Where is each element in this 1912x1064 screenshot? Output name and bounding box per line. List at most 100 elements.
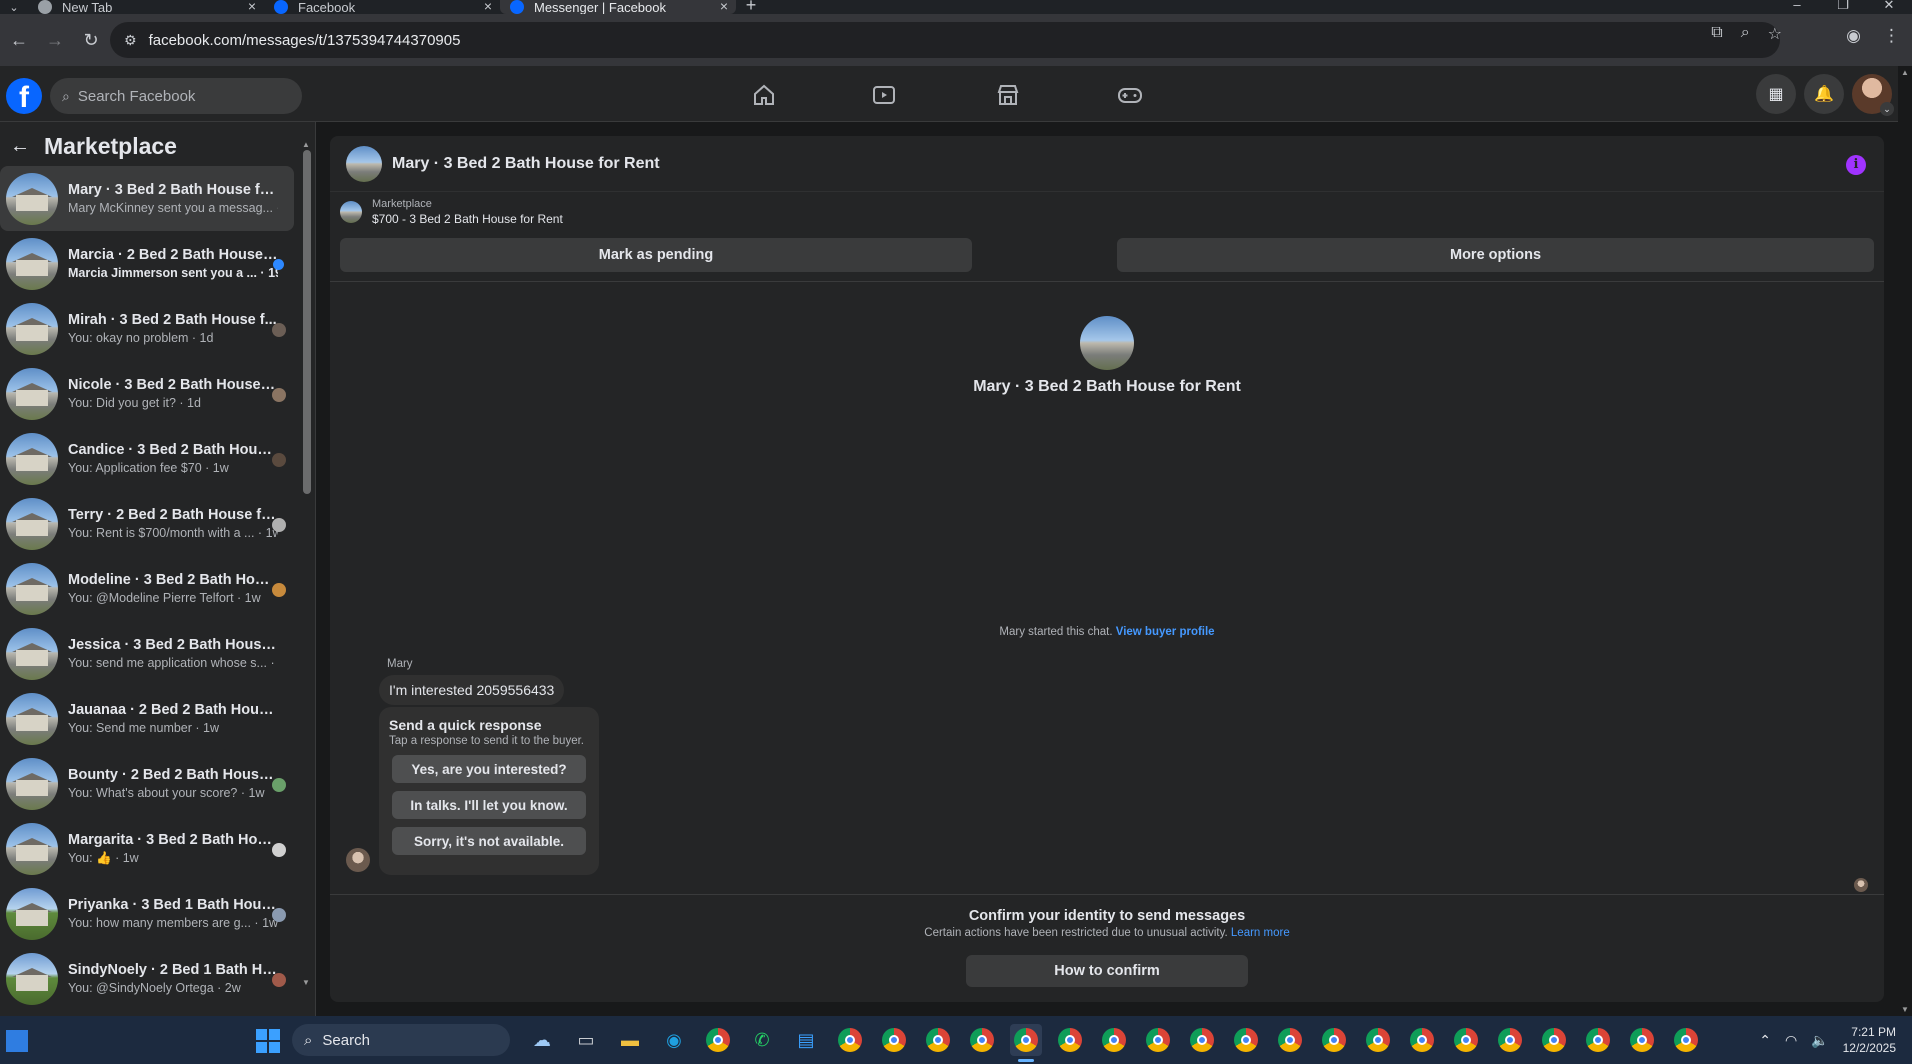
restore-icon[interactable]: ❐: [1820, 0, 1866, 11]
forward-icon[interactable]: →: [38, 23, 72, 57]
close-icon[interactable]: ×: [248, 0, 256, 14]
chrome-profile-icon[interactable]: [1450, 1024, 1482, 1056]
weather-widget-icon[interactable]: ☁: [526, 1024, 558, 1056]
conversation-item[interactable]: Mary · 3 Bed 2 Bath House for R... Mary M…: [0, 166, 294, 231]
conversation-item[interactable]: Priyanka · 3 Bed 1 Bath House... You: how…: [0, 881, 294, 946]
new-tab-button[interactable]: +: [736, 0, 766, 14]
info-icon[interactable]: i: [1846, 155, 1866, 175]
chrome-profile-icon[interactable]: [966, 1024, 998, 1056]
edge-icon[interactable]: ◉: [658, 1024, 690, 1056]
listing-summary[interactable]: Marketplace $700 - 3 Bed 2 Bath House fo…: [340, 198, 563, 226]
learn-more-link[interactable]: Learn more: [1231, 927, 1290, 939]
chrome-profile-icon[interactable]: [922, 1024, 954, 1056]
chrome-profile-icon[interactable]: [834, 1024, 866, 1056]
kebab-menu-icon[interactable]: ⋮: [1883, 26, 1900, 46]
close-icon[interactable]: ×: [484, 0, 492, 14]
whatsapp-icon[interactable]: ✆: [746, 1024, 778, 1056]
scroll-down-icon[interactable]: ▼: [302, 978, 310, 990]
search-input[interactable]: [77, 87, 278, 105]
chrome-profile-icon[interactable]: [1582, 1024, 1614, 1056]
marketplace-nav-icon[interactable]: [988, 80, 1028, 110]
task-view-icon[interactable]: ▭: [570, 1024, 602, 1056]
conversation-item[interactable]: Nicole · 3 Bed 2 Bath House f... You: Did…: [0, 361, 294, 426]
view-buyer-profile-link[interactable]: View buyer profile: [1116, 626, 1215, 638]
tab-messenger[interactable]: Messenger | Facebook ×: [500, 0, 736, 15]
chrome-profile-icon[interactable]: [1318, 1024, 1350, 1056]
tray-overflow-icon[interactable]: ⌃: [1759, 1032, 1771, 1049]
close-icon[interactable]: ×: [720, 0, 728, 14]
quick-reply-interested-button[interactable]: Yes, are you interested?: [392, 755, 586, 783]
chrome-profile-icon[interactable]: [1230, 1024, 1262, 1056]
file-explorer-icon[interactable]: ▬: [614, 1024, 646, 1056]
scroll-thumb[interactable]: [303, 150, 311, 494]
chrome-profile-icon[interactable]: [1010, 1024, 1042, 1062]
conversation-item[interactable]: Margarita · 3 Bed 2 Bath Hou... You: 👍 · …: [0, 816, 294, 881]
tab-facebook[interactable]: Facebook ×: [264, 0, 500, 15]
account-avatar[interactable]: ⌄: [1852, 74, 1894, 116]
conversation-item[interactable]: Mirah · 3 Bed 2 Bath House f... You: okay…: [0, 296, 294, 361]
chrome-profile-icon[interactable]: [1186, 1024, 1218, 1056]
conversation-item[interactable]: Bounty · 2 Bed 2 Bath House f... You: Wha…: [0, 751, 294, 816]
page-scrollbar[interactable]: ▲ ▼: [1898, 66, 1912, 1016]
tab-search-dropdown[interactable]: ⌄: [0, 0, 28, 14]
taskbar-clock[interactable]: 7:21 PM 12/2/2025: [1843, 1024, 1896, 1056]
home-nav-icon[interactable]: [744, 80, 784, 110]
scroll-up-icon[interactable]: ▲: [1901, 68, 1909, 77]
scroll-down-icon[interactable]: ▼: [1901, 1005, 1909, 1014]
chrome-profile-icon[interactable]: [1142, 1024, 1174, 1056]
minimize-icon[interactable]: –: [1774, 0, 1820, 11]
scroll-up-icon[interactable]: ▲: [302, 140, 310, 149]
zoom-icon[interactable]: ⌕: [1741, 24, 1750, 44]
reload-icon[interactable]: ↻: [74, 23, 108, 57]
taskbar-search[interactable]: ⌕ Search: [292, 1024, 510, 1056]
chat-title[interactable]: Mary · 3 Bed 2 Bath House for Rent: [392, 155, 660, 173]
chrome-icon[interactable]: [702, 1024, 734, 1056]
sender-avatar[interactable]: [346, 848, 370, 872]
facebook-search[interactable]: ⌕: [50, 78, 302, 114]
menu-grid-icon[interactable]: ▦: [1756, 74, 1796, 114]
tab-new-tab[interactable]: New Tab ×: [28, 0, 264, 15]
how-to-confirm-button[interactable]: How to confirm: [966, 955, 1248, 987]
bookmark-star-icon[interactable]: ☆: [1768, 24, 1782, 44]
quick-reply-in-talks-button[interactable]: In talks. I'll let you know.: [392, 791, 586, 819]
chrome-profile-icon[interactable]: [1538, 1024, 1570, 1056]
chrome-profile-icon[interactable]: [1362, 1024, 1394, 1056]
volume-icon[interactable]: 🔈: [1811, 1032, 1828, 1049]
profile-icon[interactable]: ◉: [1846, 26, 1861, 46]
facebook-logo-icon[interactable]: f: [6, 78, 42, 114]
listing-avatar[interactable]: [346, 145, 382, 182]
wifi-icon[interactable]: ◠: [1785, 1032, 1797, 1049]
chrome-profile-icon[interactable]: [1494, 1024, 1526, 1056]
windows-start-icon[interactable]: [256, 1029, 280, 1053]
chrome-profile-icon[interactable]: [1670, 1024, 1702, 1056]
conversation-item[interactable]: Jessica · 3 Bed 2 Bath House for ... You:…: [0, 621, 294, 686]
conversation-item[interactable]: Candice · 3 Bed 2 Bath House... You: Appl…: [0, 426, 294, 491]
widgets-icon[interactable]: [6, 1030, 28, 1052]
back-arrow-icon[interactable]: ←: [10, 135, 30, 158]
gaming-nav-icon[interactable]: [1110, 80, 1150, 110]
notepad-icon[interactable]: ▤: [790, 1024, 822, 1056]
conversation-item[interactable]: Terry · 2 Bed 2 Bath House for... You: Re…: [0, 491, 294, 556]
chrome-profile-icon[interactable]: [878, 1024, 910, 1056]
conversation-scrollbar[interactable]: ▲ ▼: [300, 140, 312, 990]
conversation-item[interactable]: Marcia · 2 Bed 2 Bath House f... Marcia J…: [0, 231, 294, 296]
address-bar[interactable]: ⚙ facebook.com/messages/t/13753947443709…: [110, 22, 1780, 58]
conversation-item[interactable]: SindyNoely · 2 Bed 1 Bath Ho... You: @Sin…: [0, 946, 294, 1011]
window-close-icon[interactable]: ✕: [1866, 0, 1912, 11]
watch-nav-icon[interactable]: [864, 80, 904, 110]
chrome-profile-icon[interactable]: [1406, 1024, 1438, 1056]
chrome-profile-icon[interactable]: [1626, 1024, 1658, 1056]
quick-reply-not-available-button[interactable]: Sorry, it's not available.: [392, 827, 586, 855]
install-app-icon[interactable]: ⧉: [1711, 24, 1722, 44]
chrome-profile-icon[interactable]: [1098, 1024, 1130, 1056]
conversation-item[interactable]: Modeline · 3 Bed 2 Bath Hous... You: @Mod…: [0, 556, 294, 621]
chrome-profile-icon[interactable]: [1274, 1024, 1306, 1056]
mark-as-pending-button[interactable]: Mark as pending: [340, 238, 972, 272]
more-options-button[interactable]: More options: [1117, 238, 1874, 272]
chrome-profile-icon[interactable]: [1054, 1024, 1086, 1056]
site-info-icon[interactable]: ⚙: [124, 32, 137, 49]
back-icon[interactable]: ←: [2, 23, 36, 57]
conversation-item[interactable]: Jauanaa · 2 Bed 2 Bath House fo... You: S…: [0, 686, 294, 751]
message-bubble[interactable]: I'm interested 2059556433: [379, 675, 565, 705]
notifications-bell-icon[interactable]: 🔔: [1804, 74, 1844, 114]
